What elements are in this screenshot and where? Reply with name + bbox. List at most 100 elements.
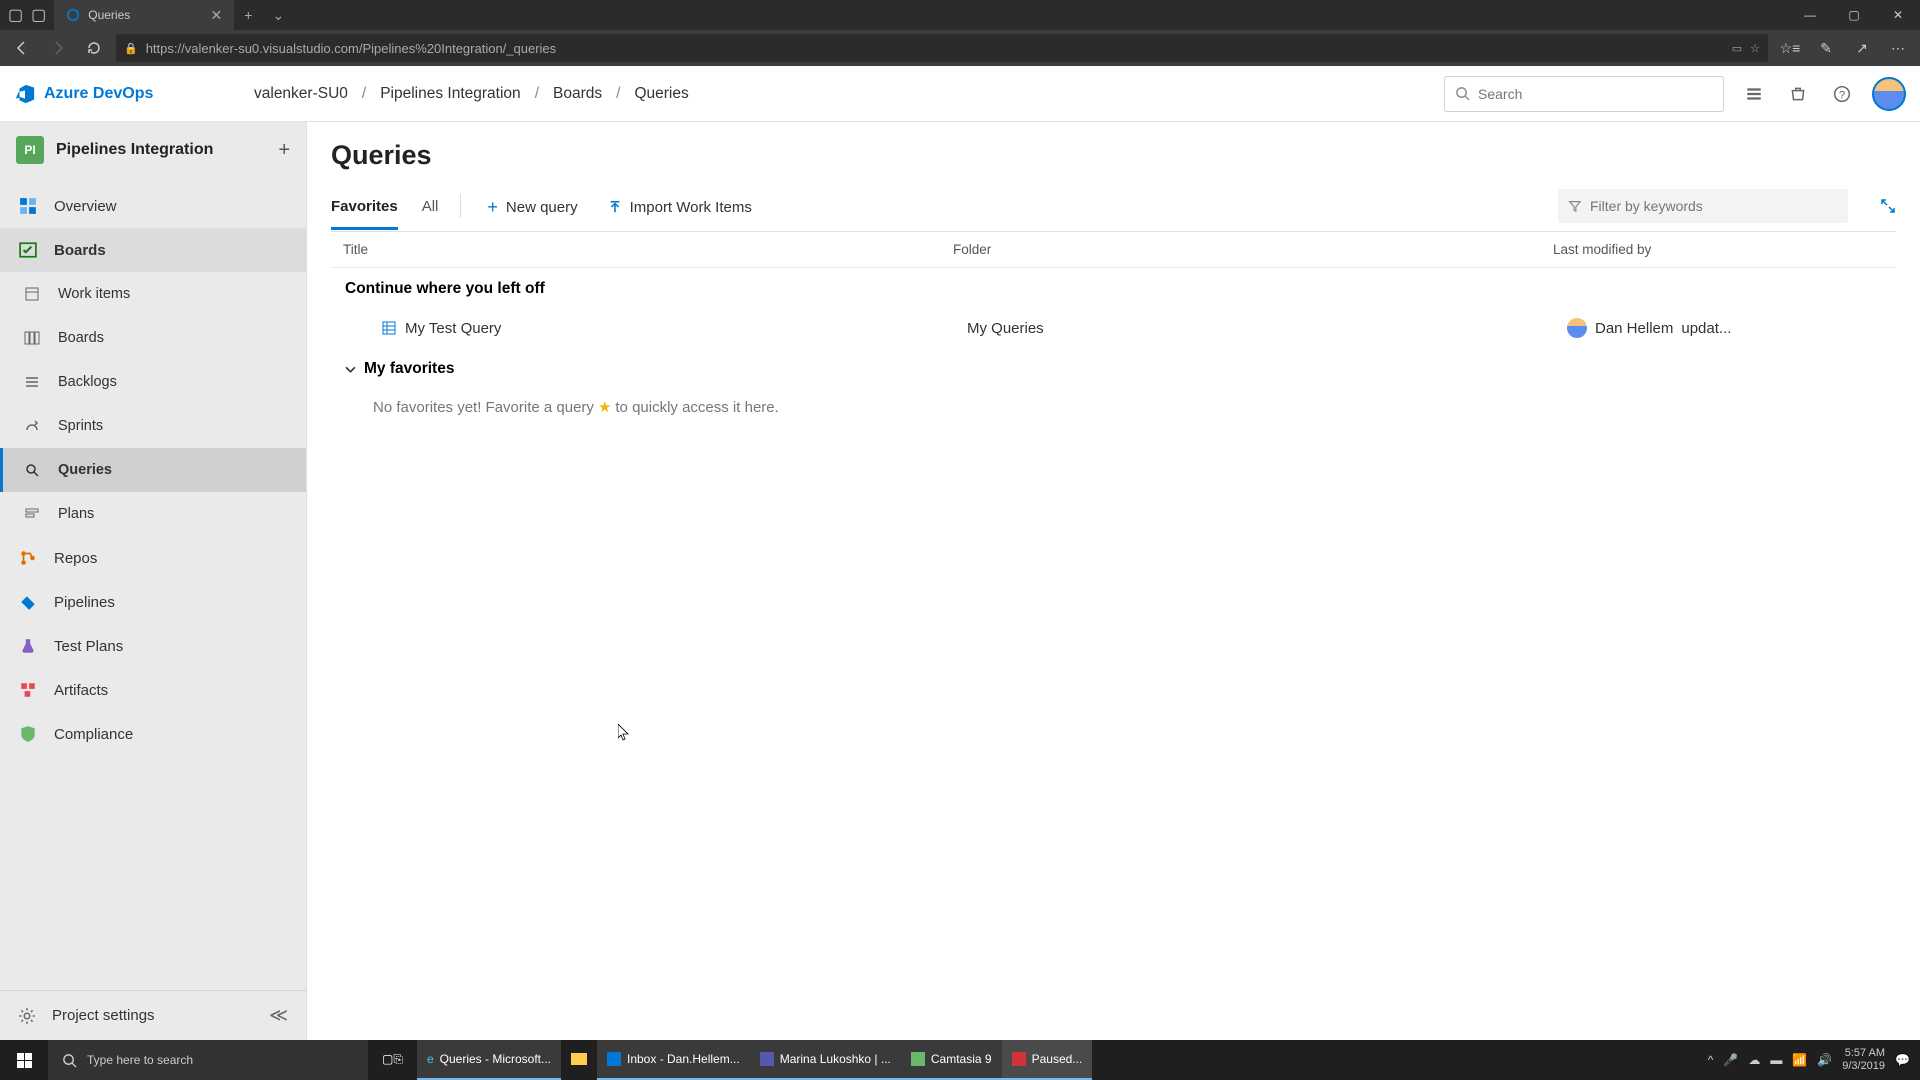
breadcrumb-project[interactable]: Pipelines Integration	[380, 85, 520, 103]
reading-view-icon[interactable]: ▭	[1732, 42, 1742, 55]
forward-button[interactable]	[44, 34, 72, 62]
import-work-items-button[interactable]: Import Work Items	[604, 193, 756, 228]
filter-input[interactable]	[1590, 198, 1838, 214]
search-input[interactable]	[1478, 86, 1713, 102]
global-search[interactable]	[1444, 76, 1724, 112]
column-headers: Title Folder Last modified by	[331, 232, 1896, 268]
fav-empty-pre: No favorites yet! Favorite a query	[373, 399, 594, 416]
help-icon[interactable]: ?	[1828, 80, 1856, 108]
tab-thumb-icon[interactable]: ▢	[8, 5, 23, 25]
sidebar-item-pipelines[interactable]: Pipelines	[0, 580, 306, 624]
sidebar-item-backlogs[interactable]: Backlogs	[0, 360, 306, 404]
user-avatar[interactable]	[1872, 77, 1906, 111]
col-folder[interactable]: Folder	[953, 242, 1553, 257]
taskbar-app-explorer[interactable]	[561, 1040, 597, 1080]
url-input[interactable]: 🔒 https://valenker-su0.visualstudio.com/…	[116, 34, 1768, 62]
sidebar-item-boards-sub[interactable]: Boards	[0, 316, 306, 360]
favorites-section-header[interactable]: My favorites	[331, 348, 1896, 388]
share-icon[interactable]: ↗	[1848, 40, 1876, 57]
system-tray[interactable]: ^ 🎤 ☁ ▬ 📶 🔊 5:57 AM 9/3/2019 💬	[1698, 1047, 1920, 1073]
work-items-icon	[22, 284, 42, 304]
main-content: Queries Favorites All + New query Import…	[307, 122, 1920, 1040]
sidebar-item-plans[interactable]: Plans	[0, 492, 306, 536]
query-row[interactable]: My Test Query My Queries Dan Hellem upda…	[331, 308, 1896, 348]
pipelines-icon	[18, 592, 38, 612]
taskbar-app-label: Camtasia 9	[931, 1052, 992, 1066]
toolbar-separator	[460, 194, 461, 218]
tab-dropdown-icon[interactable]: ⌄	[262, 7, 294, 24]
fav-empty-post: to quickly access it here.	[615, 399, 778, 416]
tray-battery-icon[interactable]: ▬	[1770, 1053, 1782, 1067]
project-row[interactable]: PI Pipelines Integration +	[0, 122, 306, 184]
taskbar-app-outlook[interactable]: Inbox - Dan.Hellem...	[597, 1040, 750, 1080]
plans-icon	[22, 504, 42, 524]
add-button[interactable]: +	[278, 139, 290, 162]
close-window-button[interactable]: ✕	[1876, 0, 1920, 30]
col-title[interactable]: Title	[343, 242, 953, 257]
sidebar-item-compliance[interactable]: Compliance	[0, 712, 306, 756]
col-modified[interactable]: Last modified by	[1553, 242, 1884, 257]
header-right: ?	[1444, 76, 1906, 112]
lock-icon: 🔒	[124, 42, 138, 55]
taskbar-app-recorder[interactable]: Paused...	[1002, 1040, 1093, 1080]
tab-all[interactable]: All	[422, 190, 439, 230]
favorites-hub-icon[interactable]: ☆≡	[1776, 40, 1804, 57]
sidebar-item-sprints[interactable]: Sprints	[0, 404, 306, 448]
fullscreen-icon[interactable]	[1880, 198, 1896, 214]
breadcrumb-area[interactable]: Boards	[553, 85, 602, 103]
marketplace-icon[interactable]	[1784, 80, 1812, 108]
sidebar-label: Queries	[58, 462, 112, 478]
refresh-button[interactable]	[80, 34, 108, 62]
query-title: My Test Query	[405, 320, 967, 337]
taskbar-app-label: Marina Lukoshko | ...	[780, 1052, 891, 1066]
repos-icon	[18, 548, 38, 568]
taskbar-app-edge[interactable]: eQueries - Microsoft...	[417, 1040, 561, 1080]
task-view-button[interactable]: ▢⎘	[368, 1040, 417, 1080]
sidebar-label: Backlogs	[58, 374, 117, 390]
tray-wifi-icon[interactable]: 📶	[1792, 1053, 1807, 1067]
tab-aside-icon[interactable]: ▢	[31, 5, 46, 25]
tab-close-icon[interactable]: ✕	[211, 7, 223, 24]
tray-mic-icon[interactable]: 🎤	[1723, 1053, 1738, 1067]
browser-tab[interactable]: Queries ✕	[54, 0, 234, 30]
filter-box[interactable]	[1558, 189, 1848, 223]
sidebar-item-queries[interactable]: Queries	[0, 448, 306, 492]
breadcrumb-page[interactable]: Queries	[634, 85, 688, 103]
taskbar-clock[interactable]: 5:57 AM 9/3/2019	[1842, 1047, 1885, 1073]
breadcrumb-org[interactable]: valenker-SU0	[254, 85, 348, 103]
back-button[interactable]	[8, 34, 36, 62]
mouse-cursor	[618, 724, 630, 742]
test-plans-icon	[18, 636, 38, 656]
project-settings[interactable]: Project settings ≪	[0, 990, 306, 1040]
product-logo[interactable]: Azure DevOps	[14, 83, 244, 105]
sidebar-item-repos[interactable]: Repos	[0, 536, 306, 580]
sidebar-label: Repos	[54, 550, 97, 567]
start-button[interactable]	[0, 1040, 48, 1080]
search-icon	[1455, 86, 1470, 101]
notes-icon[interactable]: ✎	[1812, 40, 1840, 57]
maximize-button[interactable]: ▢	[1832, 0, 1876, 30]
work-items-icon[interactable]	[1740, 80, 1768, 108]
sidebar-item-artifacts[interactable]: Artifacts	[0, 668, 306, 712]
tab-favorites[interactable]: Favorites	[331, 190, 398, 230]
breadcrumb-sep: /	[362, 85, 366, 103]
taskbar-app-camtasia[interactable]: Camtasia 9	[901, 1040, 1002, 1080]
tray-onedrive-icon[interactable]: ☁	[1748, 1053, 1760, 1067]
sidebar-item-overview[interactable]: Overview	[0, 184, 306, 228]
new-query-button[interactable]: + New query	[483, 191, 581, 230]
more-icon[interactable]: ⋯	[1884, 40, 1912, 57]
sidebar-item-boards[interactable]: Boards	[0, 228, 306, 272]
taskbar-search[interactable]: Type here to search	[48, 1040, 368, 1080]
tray-chevron-icon[interactable]: ^	[1708, 1053, 1714, 1067]
favorites-empty-message: No favorites yet! Favorite a query ★ to …	[331, 388, 1896, 426]
collapse-sidebar-icon[interactable]: ≪	[269, 1005, 288, 1026]
taskbar-app-teams[interactable]: Marina Lukoshko | ...	[750, 1040, 901, 1080]
new-tab-button[interactable]: +	[234, 7, 262, 23]
action-center-icon[interactable]: 💬	[1895, 1053, 1910, 1067]
tray-volume-icon[interactable]: 🔊	[1817, 1053, 1832, 1067]
pivot-tabs: Favorites All	[331, 190, 438, 230]
sidebar-item-test-plans[interactable]: Test Plans	[0, 624, 306, 668]
minimize-button[interactable]: —	[1788, 0, 1832, 30]
favorite-star-icon[interactable]: ☆	[1750, 42, 1760, 55]
sidebar-item-work-items[interactable]: Work items	[0, 272, 306, 316]
